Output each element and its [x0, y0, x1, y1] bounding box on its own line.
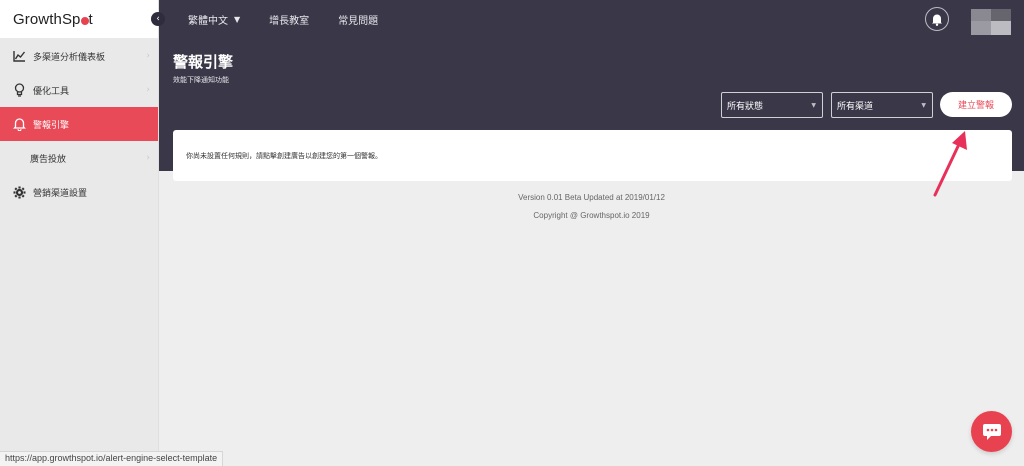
chevron-right-icon: › [146, 51, 150, 61]
collapse-sidebar-icon[interactable]: ‹ [151, 12, 165, 26]
channel-filter-value: 所有渠道 [837, 101, 874, 112]
avatar[interactable] [971, 8, 1011, 35]
sidebar-item-label: 優化工具 [33, 86, 70, 97]
status-filter-select[interactable]: 所有狀態 ▼ [721, 92, 823, 118]
sidebar-item-label: 多渠道分析儀表板 [33, 52, 106, 63]
top-right-actions [925, 0, 1024, 38]
chat-bubble-icon [982, 423, 1001, 440]
sidebar: GrowthSp t ‹ 多渠道分析儀表板 › 優化工具 › 警報引擎 廣告投放 … [0, 0, 165, 466]
empty-state-card: 你尚未設置任何規則，請點擊創建廣告以創建您的第一個警報。 [173, 130, 1012, 181]
top-navbar: 繁體中文 ▼ 增長教室 常見問題 [159, 0, 1024, 38]
language-label: 繁體中文 [188, 15, 228, 27]
bell-icon [12, 117, 26, 131]
language-dropdown[interactable]: 繁體中文 ▼ [188, 12, 240, 27]
sidebar-item-optimize[interactable]: 優化工具 › [0, 73, 158, 107]
sidebar-item-ad-placement[interactable]: 廣告投放 › [0, 141, 158, 175]
sidebar-item-alert-engine[interactable]: 警報引擎 [0, 107, 158, 141]
page-title: 警報引擎 [173, 53, 234, 71]
caret-down-icon: ▼ [234, 14, 241, 24]
page-subtitle: 效能下降通知功能 [173, 76, 229, 84]
chart-line-icon [12, 49, 26, 63]
channel-filter-select[interactable]: 所有渠道 ▼ [831, 92, 933, 118]
status-filter-value: 所有狀態 [727, 101, 764, 112]
sidebar-item-channel-settings[interactable]: 營銷渠道設置 [0, 175, 158, 209]
brand-dot-icon [80, 16, 89, 25]
sidebar-item-dashboard[interactable]: 多渠道分析儀表板 › [0, 39, 158, 73]
chevron-down-icon: ▼ [921, 101, 926, 109]
brand-logo[interactable]: GrowthSp t ‹ [0, 0, 165, 38]
browser-status-url: https://app.growthspot.io/alert-engine-s… [0, 451, 224, 466]
chevron-down-icon: ▼ [811, 101, 816, 109]
annotation-arrow-icon [933, 131, 967, 197]
gear-icon [12, 185, 26, 199]
create-alert-button[interactable]: 建立警報 [940, 92, 1012, 117]
chat-button[interactable] [971, 411, 1012, 452]
sidebar-item-label: 警報引擎 [33, 120, 70, 131]
empty-state-message: 你尚未設置任何規則，請點擊創建廣告以創建您的第一個警報。 [186, 151, 382, 160]
brand-name: GrowthSp t [13, 10, 93, 28]
version-text: Version 0.01 Beta Updated at 2019/01/12 [518, 193, 665, 202]
nav-faq[interactable]: 常見問題 [338, 12, 378, 27]
lightbulb-icon [12, 83, 26, 97]
sidebar-item-label: 廣告投放 [30, 154, 67, 165]
nav-growth-class[interactable]: 增長教室 [269, 12, 309, 27]
chevron-right-icon: › [146, 85, 150, 95]
notification-bell-icon[interactable] [925, 7, 949, 31]
sidebar-nav: 多渠道分析儀表板 › 優化工具 › 警報引擎 廣告投放 › 營銷渠道設置 [0, 39, 158, 209]
chevron-right-icon: › [146, 153, 150, 163]
copyright-text: Copyright @ Growthspot.io 2019 [533, 211, 650, 220]
sidebar-item-label: 營銷渠道設置 [33, 188, 88, 199]
